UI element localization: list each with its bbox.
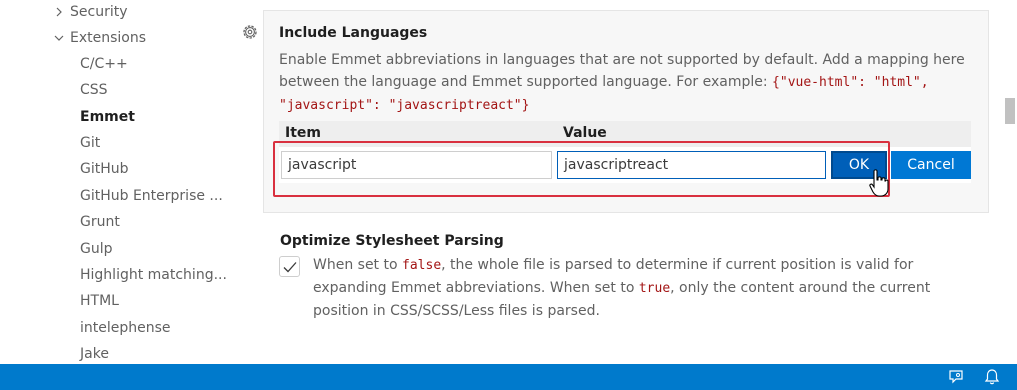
sidebar-item-gulp[interactable]: Gulp — [80, 236, 113, 262]
value-input[interactable]: javascriptreact — [557, 151, 826, 179]
ok-button[interactable]: OK — [831, 151, 887, 179]
table-header: Item Value — [279, 121, 971, 147]
sidebar-item-github-enterprise[interactable]: GitHub Enterprise ... — [80, 183, 223, 209]
gear-icon[interactable] — [240, 22, 260, 42]
description-text: When set to — [313, 257, 403, 273]
optimize-stylesheet-checkbox[interactable] — [279, 256, 300, 277]
sidebar-item-intelephense[interactable]: intelephense — [80, 315, 171, 341]
chevron-right-icon — [52, 0, 66, 25]
sidebar-item-html[interactable]: HTML — [80, 288, 119, 314]
sidebar-item-github[interactable]: GitHub — [80, 156, 129, 182]
sidebar-item-grunt[interactable]: Grunt — [80, 209, 120, 235]
column-value-header: Value — [563, 125, 607, 141]
bell-icon[interactable] — [983, 368, 1001, 386]
chevron-down-icon — [52, 25, 66, 51]
code-false: false — [402, 258, 442, 273]
setting-title: Include Languages — [279, 25, 428, 41]
sidebar-item-cpp[interactable]: C/C++ — [80, 51, 128, 77]
code-true: true — [638, 281, 671, 296]
settings-sidebar: Security Extensions C/C++ CSS Emmet Git … — [0, 0, 240, 364]
setting-description: Enable Emmet abbreviations in languages … — [279, 49, 969, 117]
sidebar-item-git[interactable]: Git — [80, 130, 100, 156]
sidebar-item-label: Security — [70, 4, 128, 20]
setting-title: Optimize Stylesheet Parsing — [280, 233, 504, 249]
check-icon — [283, 262, 297, 273]
scrollbar-thumb[interactable] — [1005, 98, 1015, 124]
setting-description: When set to false, the whole file is par… — [313, 254, 953, 322]
feedback-icon[interactable] — [947, 368, 965, 386]
sidebar-item-highlight-matching[interactable]: Highlight matching... — [80, 262, 227, 288]
sidebar-item-emmet[interactable]: Emmet — [80, 104, 135, 130]
column-item-header: Item — [285, 125, 321, 141]
status-bar — [0, 364, 1017, 390]
sidebar-item-label: Extensions — [70, 30, 147, 46]
item-input[interactable]: javascript — [281, 151, 552, 179]
sidebar-item-css[interactable]: CSS — [80, 77, 108, 103]
cancel-button[interactable]: Cancel — [891, 151, 971, 179]
